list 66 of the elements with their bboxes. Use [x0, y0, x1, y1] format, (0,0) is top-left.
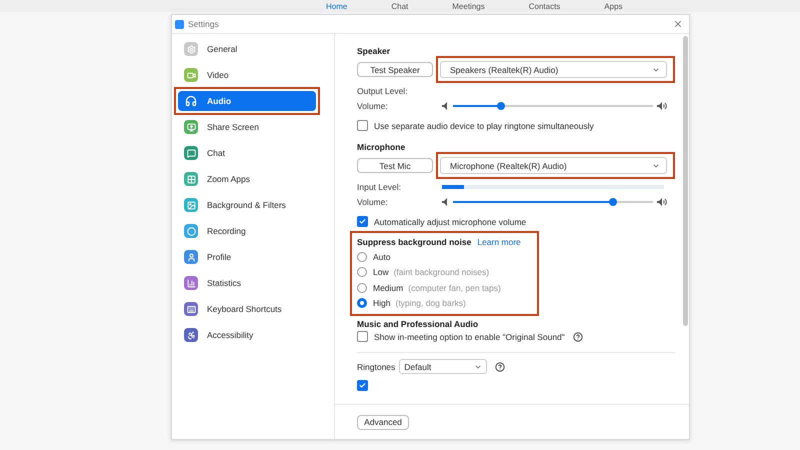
device-dropdown[interactable]: Speakers (Realtek(R) Audio) [440, 61, 667, 78]
ringtone-dropdown[interactable]: Default [399, 359, 488, 374]
checkbox-label: Automatically adjust microphone volume [374, 216, 526, 226]
volume-label: Volume: [357, 196, 389, 206]
check-icon [359, 218, 366, 225]
nav-tab[interactable]: Contacts [528, 2, 560, 12]
sidebar-item[interactable]: Recording [178, 221, 334, 241]
headphones-icon [184, 94, 198, 108]
help-icon[interactable] [572, 332, 583, 342]
sidebar-item[interactable]: Keyboard Shortcuts [178, 299, 334, 319]
sidebar-item[interactable]: Statistics [178, 273, 334, 293]
speaker-low-icon [442, 198, 449, 206]
checkbox[interactable] [357, 216, 368, 227]
advanced-button[interactable]: Advanced [357, 414, 409, 430]
test-button[interactable]: Test Mic [357, 158, 433, 173]
section-heading: Speaker [357, 46, 392, 56]
nav-tab[interactable]: Home [326, 2, 348, 12]
sidebar-item[interactable]: Video [178, 65, 334, 85]
slider-thumb[interactable] [609, 198, 617, 206]
sidebar-item[interactable]: Chat [178, 143, 334, 163]
section-heading: Microphone [357, 142, 406, 152]
option-hint: (typing, dog barks) [395, 298, 466, 308]
option-hint: (faint background noises) [394, 267, 490, 278]
slider-thumb[interactable] [497, 102, 505, 110]
radio-button[interactable] [357, 267, 367, 278]
device-dropdown[interactable]: Microphone (Realtek(R) Audio) [440, 157, 667, 174]
section-heading: Music and Professional Audio [357, 319, 480, 329]
speaker-high-icon [657, 102, 667, 110]
window-title: Settings [188, 19, 220, 29]
check-icon [359, 382, 366, 389]
input-level-label: Input Level: [357, 182, 402, 192]
radio-button[interactable] [357, 282, 367, 293]
radio-label: High [373, 298, 390, 308]
learn-more-link[interactable]: Learn more [477, 236, 521, 246]
app-logo-icon [175, 20, 184, 28]
sidebar-item[interactable]: Audio [178, 91, 316, 111]
checkbox[interactable] [357, 331, 368, 342]
help-icon[interactable] [495, 362, 506, 372]
sidebar-item[interactable]: Accessibility [178, 325, 334, 345]
checkbox[interactable] [357, 380, 368, 391]
volume-label: Volume: [357, 100, 389, 110]
speaker-high-icon [657, 198, 667, 206]
radio-label: Auto [373, 252, 390, 262]
sidebar-item[interactable]: Share Screen [178, 117, 334, 137]
radio-label: Medium [373, 282, 404, 293]
section-heading: Suppress background noise [357, 236, 472, 246]
checkbox-label: Use separate audio device to play ringtone simultaneously [374, 120, 594, 130]
nav-tab[interactable]: Chat [391, 2, 408, 12]
ringtones-label: Ringtones [357, 362, 396, 372]
sidebar-item[interactable]: Background & Filters [178, 195, 334, 215]
test-button[interactable]: Test Speaker [357, 62, 433, 77]
speaker-low-icon [442, 102, 449, 110]
nav-tab[interactable]: Apps [604, 2, 623, 12]
checkbox[interactable] [357, 120, 368, 131]
option-hint: (computer fan, pen taps) [408, 282, 501, 293]
checkbox-label: Show in-meeting option to enable "Original Sound" [374, 332, 565, 342]
output-level-label: Output Level: [357, 86, 409, 96]
close-icon[interactable] [673, 19, 683, 29]
radio-button[interactable] [357, 298, 367, 308]
scrollbar[interactable] [683, 36, 688, 326]
sidebar-item[interactable]: Profile [178, 247, 334, 267]
sidebar-item[interactable]: Zoom Apps [178, 169, 334, 189]
radio-label: Low [373, 267, 389, 278]
nav-tab[interactable]: Meetings [452, 2, 485, 12]
sidebar-item[interactable]: General [178, 39, 334, 59]
radio-button[interactable] [357, 252, 367, 262]
